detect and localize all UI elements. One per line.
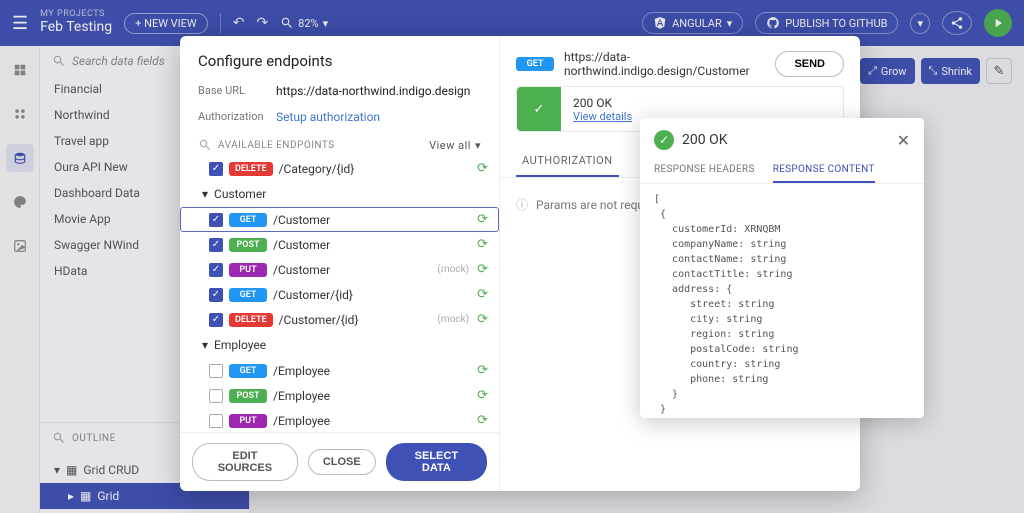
endpoint-checkbox[interactable]: ✓	[209, 162, 223, 176]
endpoint-path: /Employee	[273, 389, 471, 403]
endpoint-path: /Customer/{id}	[273, 288, 471, 302]
refresh-icon[interactable]: ⟳	[477, 287, 488, 302]
chevron-down-icon: ▾	[202, 187, 208, 201]
endpoint-row[interactable]: ✓ GET/Customer/{id} ⟳	[180, 282, 499, 307]
select-data-button[interactable]: SELECT DATA	[386, 443, 487, 481]
endpoint-checkbox[interactable]	[209, 414, 223, 428]
endpoint-path: /Category/{id}	[279, 162, 472, 176]
response-body[interactable]: [ { customerId: XRNQBM companyName: stri…	[640, 184, 924, 418]
popover-header: ✓ 200 OK ✕	[640, 118, 924, 158]
request-row: GET https://data-northwind.indigo.design…	[500, 36, 860, 86]
endpoints-list[interactable]: ✓ DELETE/Category/{id} ⟳ ▾ Customer ✓ GET/Cus…	[180, 156, 499, 432]
endpoint-row[interactable]: ✓ DELETE/Category/{id} ⟳	[180, 156, 499, 181]
endpoint-verb: GET	[229, 288, 267, 302]
endpoint-path: /Customer/{id}	[279, 313, 432, 327]
auth-row: Authorization Setup authorization	[180, 104, 499, 130]
endpoint-row[interactable]: POST/Employee ⟳	[180, 383, 499, 408]
send-button[interactable]: SEND	[775, 51, 844, 77]
endpoint-verb: PUT	[229, 263, 267, 277]
endpoint-checkbox[interactable]: ✓	[209, 313, 223, 327]
endpoint-checkbox[interactable]: ✓	[209, 263, 223, 277]
base-url-value: https://data-northwind.indigo.design	[276, 84, 470, 98]
dialog-left: Configure endpoints Base URL https://dat…	[180, 36, 500, 491]
refresh-icon[interactable]: ⟳	[477, 161, 488, 176]
endpoint-verb: GET	[229, 213, 267, 227]
tab-response-headers[interactable]: RESPONSE HEADERS	[654, 158, 755, 183]
endpoint-verb: DELETE	[229, 313, 273, 327]
edit-sources-button[interactable]: EDIT SOURCES	[192, 443, 298, 481]
status-text: 200 OK	[573, 96, 612, 110]
info-icon: ⓘ	[516, 196, 528, 213]
endpoint-group[interactable]: ▾ Employee	[180, 332, 499, 358]
endpoint-verb: GET	[229, 364, 267, 378]
close-button[interactable]: CLOSE	[308, 449, 376, 475]
endpoint-path: /Customer	[273, 213, 471, 227]
auth-label: Authorization	[198, 110, 276, 124]
refresh-icon[interactable]: ⟳	[477, 237, 488, 252]
endpoint-row[interactable]: ✓ GET/Customer ⟳	[180, 207, 499, 232]
modal-overlay: Configure endpoints Base URL https://dat…	[0, 0, 1024, 513]
endpoint-verb: POST	[229, 389, 267, 403]
request-verb: GET	[516, 57, 554, 71]
refresh-icon[interactable]: ⟳	[477, 212, 488, 227]
view-all-link[interactable]: View all ▾	[429, 139, 481, 152]
endpoint-checkbox[interactable]: ✓	[209, 238, 223, 252]
refresh-icon[interactable]: ⟳	[477, 388, 488, 403]
endpoint-row[interactable]: PUT/Employee ⟳	[180, 408, 499, 432]
request-url: https://data-northwind.indigo.design/Cus…	[564, 50, 765, 78]
endpoint-row[interactable]: GET/Employee ⟳	[180, 358, 499, 383]
endpoint-checkbox[interactable]: ✓	[209, 288, 223, 302]
endpoint-group[interactable]: ▾ Customer	[180, 181, 499, 207]
endpoint-verb: PUT	[229, 414, 267, 428]
endpoint-row[interactable]: ✓ DELETE/Customer/{id} (mock) ⟳	[180, 307, 499, 332]
base-url-row: Base URL https://data-northwind.indigo.d…	[180, 78, 499, 104]
chevron-down-icon: ▾	[202, 338, 208, 352]
popover-tabs: RESPONSE HEADERS RESPONSE CONTENT	[640, 158, 924, 184]
search-icon	[198, 138, 212, 152]
mock-label: (mock)	[437, 264, 469, 275]
endpoint-row[interactable]: ✓ POST/Customer ⟳	[180, 232, 499, 257]
setup-auth-link[interactable]: Setup authorization	[276, 110, 380, 124]
endpoint-checkbox[interactable]: ✓	[209, 213, 223, 227]
endpoint-row[interactable]: ✓ PUT/Customer (mock) ⟳	[180, 257, 499, 282]
endpoint-path: /Employee	[273, 414, 471, 428]
available-endpoints-header: AVAILABLE ENDPOINTS View all ▾	[180, 130, 499, 156]
endpoint-checkbox[interactable]	[209, 364, 223, 378]
params-text: Params are not requir	[536, 198, 651, 212]
avail-label: AVAILABLE ENDPOINTS	[218, 140, 335, 151]
endpoint-verb: POST	[229, 238, 267, 252]
popover-status: 200 OK	[682, 132, 728, 148]
chevron-down-icon: ▾	[475, 139, 481, 152]
endpoint-path: /Customer	[273, 263, 431, 277]
dialog-footer: EDIT SOURCES CLOSE SELECT DATA	[180, 432, 499, 491]
response-popover: ✓ 200 OK ✕ RESPONSE HEADERS RESPONSE CON…	[640, 118, 924, 418]
check-icon: ✓	[654, 130, 674, 150]
base-url-label: Base URL	[198, 84, 276, 98]
refresh-icon[interactable]: ⟳	[477, 312, 488, 327]
tab-authorization[interactable]: AUTHORIZATION	[516, 146, 619, 177]
mock-label: (mock)	[437, 314, 469, 325]
endpoint-path: /Customer	[273, 238, 471, 252]
endpoint-checkbox[interactable]	[209, 389, 223, 403]
endpoint-verb: DELETE	[229, 162, 273, 176]
refresh-icon[interactable]: ⟳	[477, 363, 488, 378]
close-icon[interactable]: ✕	[897, 131, 910, 150]
refresh-icon[interactable]: ⟳	[477, 262, 488, 277]
refresh-icon[interactable]: ⟳	[477, 413, 488, 428]
view-details-link[interactable]: View details	[573, 110, 632, 123]
check-icon: ✓	[517, 87, 561, 131]
dialog-title: Configure endpoints	[180, 36, 499, 78]
tab-response-content[interactable]: RESPONSE CONTENT	[773, 158, 875, 183]
endpoint-path: /Employee	[273, 364, 471, 378]
